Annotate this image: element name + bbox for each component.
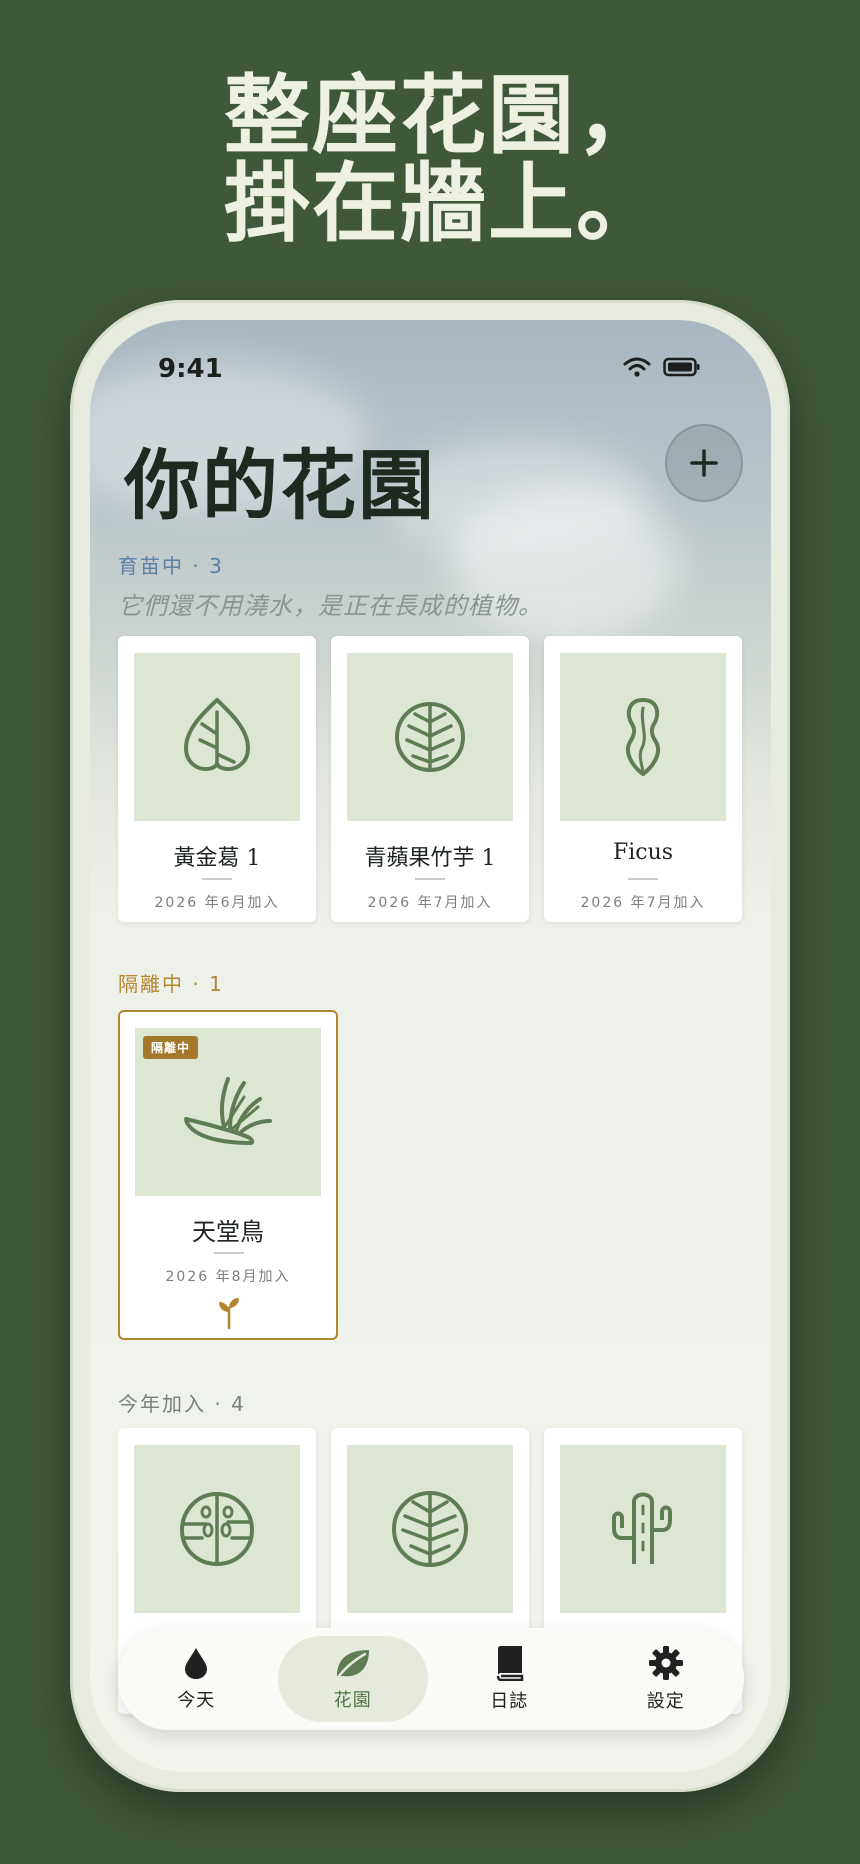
plant-image [560,1445,726,1613]
sprout-icon [219,1298,239,1330]
tab-label: 日誌 [490,1691,529,1712]
status-time: 9:41 [158,354,223,384]
wifi-icon [623,357,651,377]
plant-name: 黃金葛 1 [173,846,261,871]
divider [202,878,232,880]
bird-of-paradise-icon [184,1077,272,1145]
water-drop-icon [185,1648,208,1679]
phone-screen: 9:41 你的花園 育苗中 · 3 它們還不用澆水，是正在長成的植物。 黃金葛 … [90,320,771,1772]
tab-journal[interactable]: 日誌 [434,1636,584,1722]
plant-date: 2026 年7月加入 [367,895,493,911]
plant-name: 青蘋果竹芋 1 [364,846,496,871]
gear-icon [648,1646,683,1680]
tab-bar: 今天 花園 日誌 設定 [118,1628,744,1730]
round-leaf-icon [392,1491,468,1567]
round-leaf-icon [395,702,465,772]
headline-line-2: 掛在牆上。 [224,153,664,254]
plant-image [134,653,300,821]
quarantine-badge: 隔離中 [143,1036,199,1059]
tab-label: 今天 [177,1690,216,1711]
marketing-headline: 整座花園， 掛在牆上。 [224,72,664,248]
battery-icon [663,357,700,377]
plant-date: 2026 年7月加入 [580,895,706,911]
plant-image: 隔離中 [135,1028,321,1196]
cactus-icon [612,1492,672,1564]
plant-image [134,1445,300,1613]
heart-leaf-icon [184,698,250,771]
page-title: 你的花園 [124,441,436,530]
tab-garden[interactable]: 花園 [277,1636,428,1722]
plant-card[interactable]: 黃金葛 1 2026 年6月加入 [118,636,316,922]
plant-image [347,653,513,821]
plant-name: Ficus [612,840,674,865]
tab-label: 花園 [333,1690,372,1711]
leaf-icon [336,1650,369,1678]
add-plant-button[interactable] [665,424,743,502]
divider [415,878,445,880]
plant-image [347,1445,513,1613]
tab-today[interactable]: 今天 [121,1636,271,1722]
tab-settings[interactable]: 設定 [591,1636,741,1722]
section-label-quarantine: 隔離中 · 1 [118,972,224,996]
plus-icon [690,449,718,477]
book-icon [497,1646,524,1681]
divider [214,1252,244,1254]
plant-card[interactable]: 青蘋果竹芋 1 2026 年7月加入 [331,636,529,922]
section-label-seedlings: 育苗中 · 3 [118,554,224,578]
divider [628,878,658,880]
section-label-this-year: 今年加入 · 4 [118,1392,246,1416]
plant-name: 天堂鳥 [192,1218,264,1246]
plant-date: 2026 年6月加入 [154,895,280,911]
violin-leaf-icon [625,698,661,776]
monstera-leaf-icon [179,1491,255,1567]
quarantine-plant-card[interactable]: 隔離中 天堂鳥 2026 年8月加入 [118,1010,338,1340]
headline-line-1: 整座花園， [224,65,664,166]
plant-image [560,653,726,821]
plant-date: 2026 年8月加入 [165,1269,291,1285]
plant-card[interactable]: Ficus 2026 年7月加入 [544,636,742,922]
tab-label: 設定 [646,1691,685,1712]
status-icons [623,356,701,378]
section-subtitle-seedlings: 它們還不用澆水，是正在長成的植物。 [118,592,543,620]
